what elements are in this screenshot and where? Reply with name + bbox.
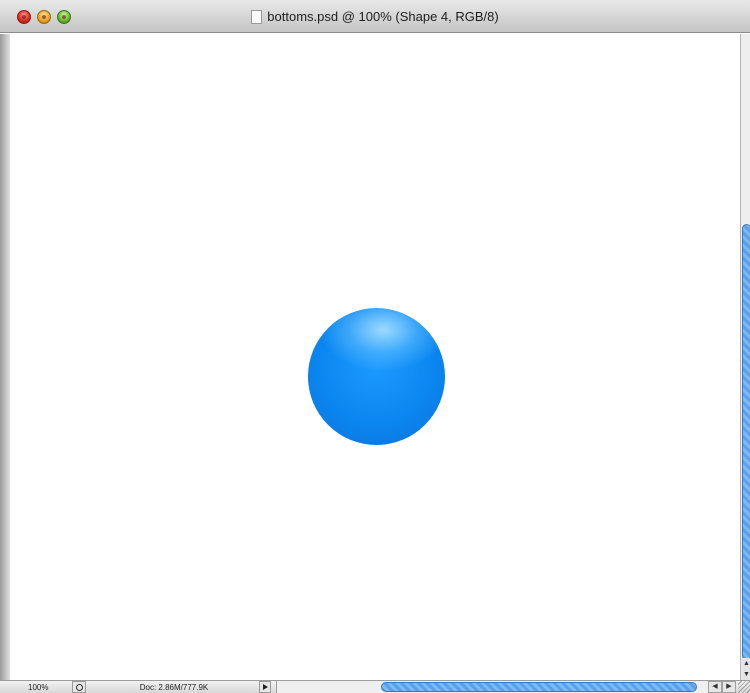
document-icon	[251, 9, 263, 24]
photoshop-document-window: bottoms.psd @ 100% (Shape 4, RGB/8) ▲ ▼ 1…	[0, 0, 750, 693]
vertical-scroll-arrows[interactable]: ▲ ▼	[742, 658, 750, 680]
blue-sphere-shape[interactable]	[308, 308, 445, 445]
scroll-right-button[interactable]: ▶	[722, 681, 736, 693]
title-bar[interactable]: bottoms.psd @ 100% (Shape 4, RGB/8)	[0, 0, 750, 33]
zoom-level-field[interactable]: 100%	[22, 682, 62, 693]
window-title: bottoms.psd @ 100% (Shape 4, RGB/8)	[267, 9, 499, 24]
resize-grip[interactable]	[738, 681, 750, 693]
status-menu-button[interactable]	[259, 681, 271, 693]
vertical-scrollbar[interactable]: ▲ ▼	[740, 34, 750, 680]
horizontal-scrollbar[interactable]	[276, 681, 708, 693]
window-left-edge	[0, 34, 10, 680]
vertical-scroll-thumb[interactable]	[742, 224, 750, 660]
horizontal-scroll-arrows: ◀ ▶	[708, 681, 736, 693]
document-canvas[interactable]	[10, 34, 740, 680]
document-size-info: Doc: 2.86M/777.9K	[139, 683, 209, 692]
status-bar: 100% Doc: 2.86M/777.9K ◀ ▶	[0, 680, 750, 693]
horizontal-scroll-thumb[interactable]	[381, 682, 697, 692]
magnifier-icon	[76, 684, 83, 691]
navigator-button[interactable]	[72, 681, 86, 693]
scroll-left-button[interactable]: ◀	[708, 681, 722, 693]
title-group: bottoms.psd @ 100% (Shape 4, RGB/8)	[0, 0, 750, 33]
